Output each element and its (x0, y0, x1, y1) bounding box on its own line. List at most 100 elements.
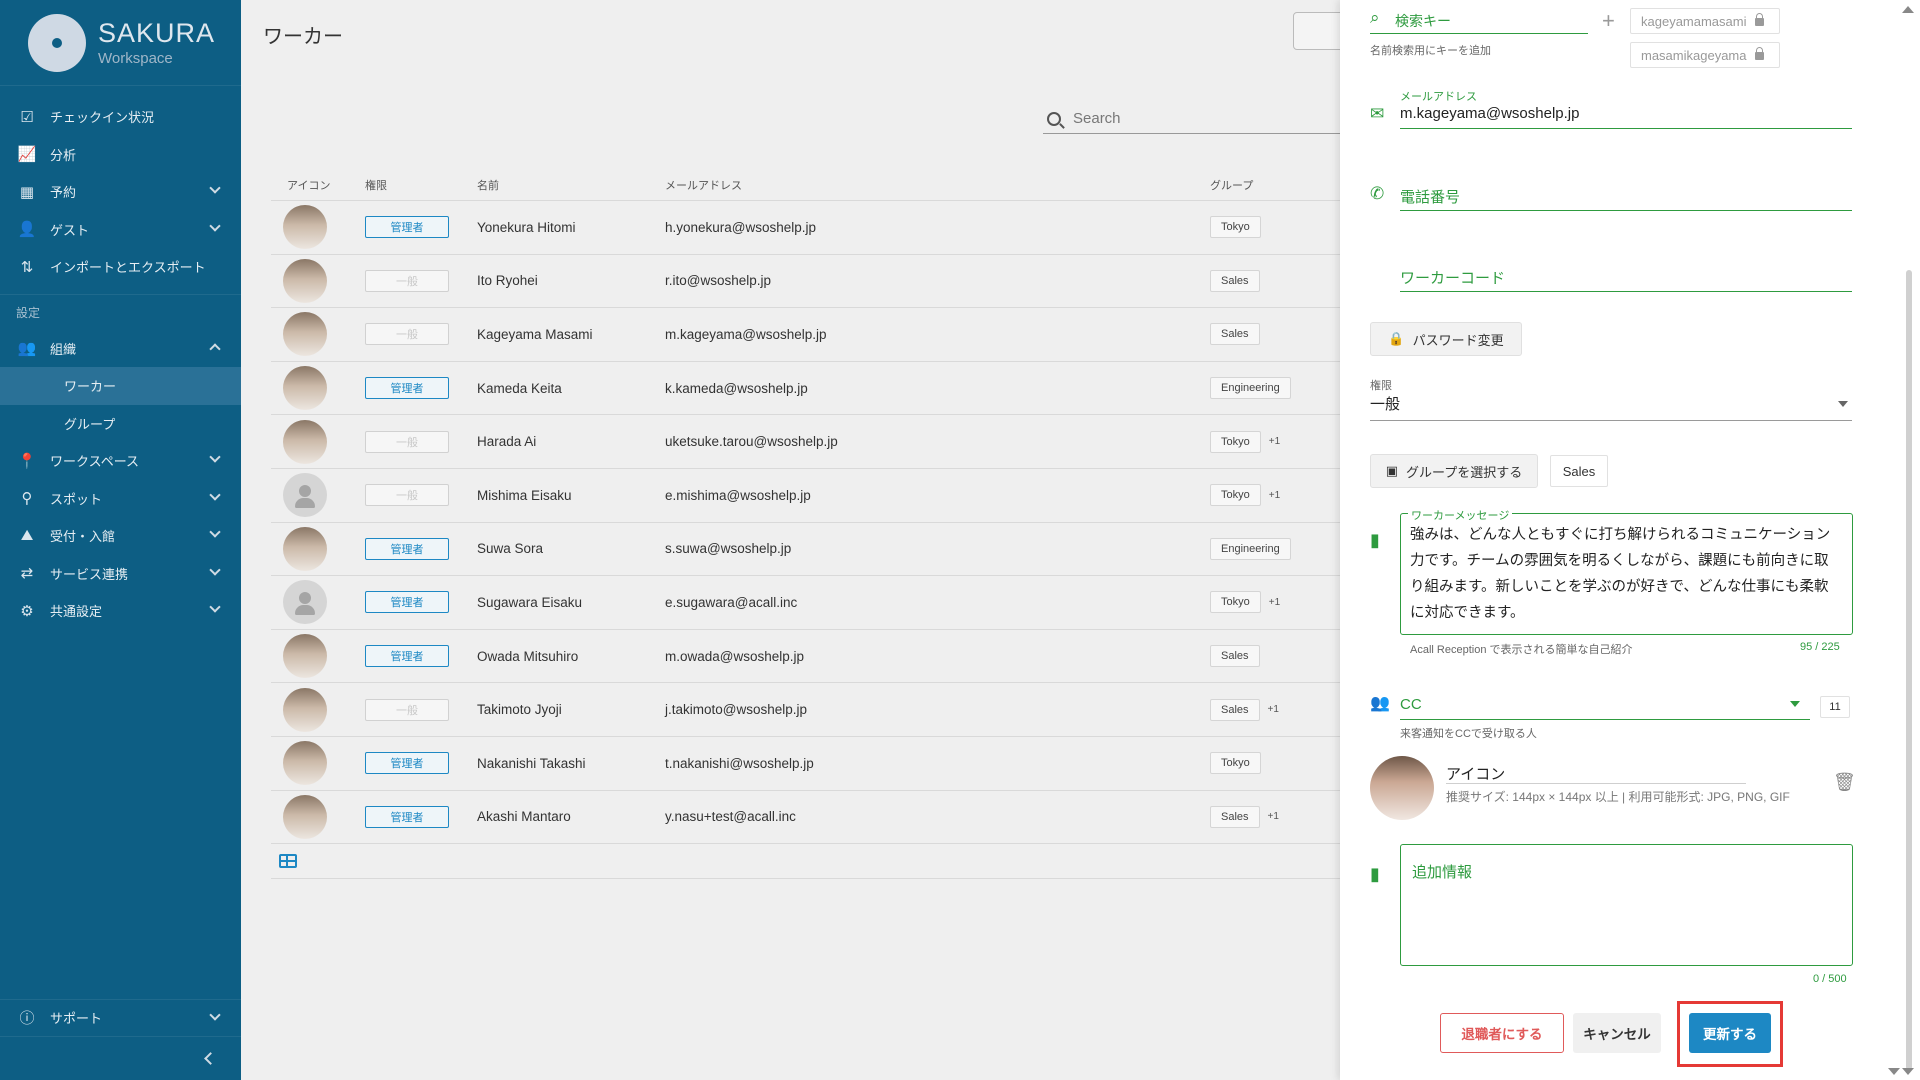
role-badge: 一般 (365, 484, 449, 507)
row-email: uketsuke.tarou@wsoshelp.jp (665, 434, 838, 450)
sidebar-item-label: サービス連携 (50, 566, 129, 582)
avatar (283, 634, 327, 679)
worker-avatar[interactable] (1370, 756, 1434, 820)
group-chip-label: Sales (1562, 463, 1596, 479)
cancel-label: キャンセル (1583, 1027, 1651, 1042)
sidebar-item-label: インポートとエクスポート (50, 260, 206, 276)
sidebar-item-reception[interactable]: ⛰ 受付・入館 (0, 517, 241, 555)
sidebar-item-label: 共通設定 (50, 604, 103, 620)
row-name: Mishima Eisaku (477, 487, 572, 503)
avatar (283, 419, 327, 464)
brand-logo[interactable]: SAKURA Workspace (0, 0, 241, 86)
select-group-label: グループを選択する (1406, 464, 1523, 480)
change-password-label: パスワード変更 (1412, 332, 1504, 348)
sidebar-item-workspace[interactable]: 📍 ワークスペース (0, 442, 241, 480)
edit-worker-drawer: ⌕ 検索キー 名前検索用にキーを追加 + kageyamamasami masa… (1340, 0, 1920, 1080)
mail-icon: ✉ (1370, 104, 1385, 123)
worker-message-text: 強みは、どんな人ともすぐに打ち解けられるコミュニケーション力です。チームの雰囲気… (1410, 527, 1831, 621)
table-row[interactable]: 管理者 Sugawara Eisaku e.sugawara@acall.inc To… (271, 575, 1340, 629)
worker-message-label: ワーカーメッセージ (1408, 507, 1513, 523)
update-button[interactable]: 更新する (1689, 1013, 1771, 1053)
role-select[interactable]: 一般 (1370, 393, 1852, 421)
table-view-icon[interactable] (279, 854, 297, 869)
row-avatar-cell (271, 312, 365, 357)
role-badge: 管理者 (365, 216, 449, 239)
table-row[interactable]: 管理者 Yonekura Hitomi h.yonekura@wsoshelp.jp… (271, 200, 1340, 254)
table-row[interactable]: 管理者 Nakanishi Takashi t.nakanishi@wsoshelp… (271, 735, 1340, 790)
role-value: 一般 (1370, 396, 1401, 413)
row-avatar-cell (271, 741, 365, 786)
row-avatar-cell (271, 366, 365, 411)
chevron-down-icon (209, 488, 221, 501)
search-key-input[interactable] (1370, 33, 1588, 34)
worker-code-underline (1400, 291, 1852, 292)
email-underline (1400, 128, 1852, 129)
scroll-up-icon[interactable] (1902, 6, 1914, 13)
sidebar-item-analytics[interactable]: 📈 分析 (0, 136, 241, 174)
sidebar-item-label: スポット (50, 491, 103, 507)
row-group-cell: Tokyo (1210, 216, 1340, 239)
reception-icon: ⛰ (20, 527, 34, 545)
spot-pin-icon: ⚲ (21, 490, 33, 508)
row-avatar-cell (271, 687, 365, 732)
table-row[interactable]: 管理者 Kameda Keita k.kameda@wsoshelp.jp Engin… (271, 360, 1340, 415)
search-key-chip: kageyamamasami (1630, 8, 1780, 34)
sidebar-item-common-settings[interactable]: ⚙ 共通設定 (0, 592, 241, 630)
select-group-button[interactable]: ▣ グループを選択する (1370, 454, 1538, 488)
sidebar-item-integration[interactable]: ⇄ サービス連携 (0, 555, 241, 593)
role-badge: 一般 (365, 269, 449, 292)
row-group-cell: Tokyo +1 (1210, 484, 1340, 507)
message-icon: ▮ (1370, 864, 1380, 884)
integration-icon: ⇄ (20, 565, 34, 583)
icon-hint: 推奨サイズ: 144px × 144px 以上 | 利用可能形式: JPG, P… (1446, 790, 1790, 804)
group-chip: Sales (1210, 805, 1260, 828)
scroll-down-icon[interactable] (1888, 1068, 1900, 1075)
sidebar-item-import-export[interactable]: ⇅ インポートとエクスポート (0, 248, 241, 286)
search-key-chip: masamikageyama (1630, 42, 1780, 68)
sidebar-item-checkin[interactable]: ☑ チェックイン状況 (0, 98, 241, 136)
worker-code-label[interactable]: ワーカーコード (1400, 267, 1505, 288)
update-label: 更新する (1703, 1027, 1757, 1042)
search-input[interactable]: Search (1043, 104, 1343, 134)
sidebar-item-spot[interactable]: ⚲ スポット (0, 480, 241, 518)
group-chip: Tokyo (1210, 484, 1261, 507)
group-chip: Tokyo (1210, 430, 1261, 453)
row-avatar-cell (271, 473, 365, 518)
worker-message-helper: Acall Reception で表示される簡単な自己紹介 (1410, 644, 1633, 656)
row-email: m.owada@wsoshelp.jp (665, 648, 805, 664)
email-value[interactable]: m.kageyama@wsoshelp.jp (1400, 105, 1579, 122)
change-password-button[interactable]: 🔒 パスワード変更 (1370, 322, 1522, 356)
sidebar-item-reservation[interactable]: ▦ 予約 (0, 173, 241, 211)
search-key-label[interactable]: 検索キー (1395, 11, 1451, 31)
retire-button[interactable]: 退職者にする (1440, 1013, 1564, 1053)
people-icon: 👥 (17, 340, 37, 358)
table-row[interactable]: 一般 Kageyama Masami m.kageyama@wsoshelp.jp S… (271, 307, 1340, 361)
table-row[interactable]: 一般 Harada Ai uketsuke.tarou@wsoshelp.jp Tok… (271, 414, 1340, 468)
scroll-down-icon[interactable] (1902, 1068, 1914, 1075)
table-row[interactable]: 管理者 Akashi Mantaro y.nasu+test@acall.inc Sa… (271, 789, 1340, 844)
search-key-chip-label: kageyamamasami (1641, 13, 1747, 29)
col-name-header: 名前 (477, 180, 499, 192)
sidebar-sub-worker[interactable]: ワーカー (0, 367, 241, 405)
row-avatar-cell (271, 419, 365, 464)
sidebar-item-support[interactable]: ⓘ サポート (0, 998, 241, 1037)
cancel-button[interactable]: キャンセル (1573, 1013, 1661, 1053)
table-row[interactable]: 一般 Mishima Eisaku e.mishima@wsoshelp.jp Tok… (271, 467, 1340, 522)
table-row[interactable]: 管理者 Suwa Sora s.suwa@wsoshelp.jp Engineerin… (271, 521, 1340, 576)
sidebar-collapse-button[interactable] (0, 1036, 241, 1080)
chevron-down-icon (209, 182, 221, 194)
sidebar-sub-group[interactable]: グループ (0, 405, 241, 443)
guest-icon: 👤 (17, 221, 37, 239)
trash-icon[interactable]: 🗑 (1833, 772, 1856, 793)
checkbox-icon: ☑ (20, 108, 34, 126)
sidebar-item-organization[interactable]: 👥 組織 (0, 330, 241, 368)
scrollbar-thumb[interactable] (1906, 270, 1912, 1070)
table-row[interactable]: 管理者 Owada Mitsuhiro m.owada@wsoshelp.jp Sal… (271, 628, 1340, 683)
sidebar-item-guest[interactable]: 👤 ゲスト (0, 211, 241, 249)
add-key-button[interactable]: + (1602, 8, 1615, 34)
table-row[interactable]: 一般 Takimoto Jyoji j.takimoto@wsoshelp.jp Sa… (271, 682, 1340, 736)
phone-label[interactable]: 電話番号 (1400, 186, 1460, 207)
table-row[interactable]: 一般 Ito Ryohei r.ito@wsoshelp.jp Sales (271, 253, 1340, 308)
cc-select[interactable] (1400, 690, 1810, 720)
sidebar-item-label: 予約 (50, 185, 77, 201)
